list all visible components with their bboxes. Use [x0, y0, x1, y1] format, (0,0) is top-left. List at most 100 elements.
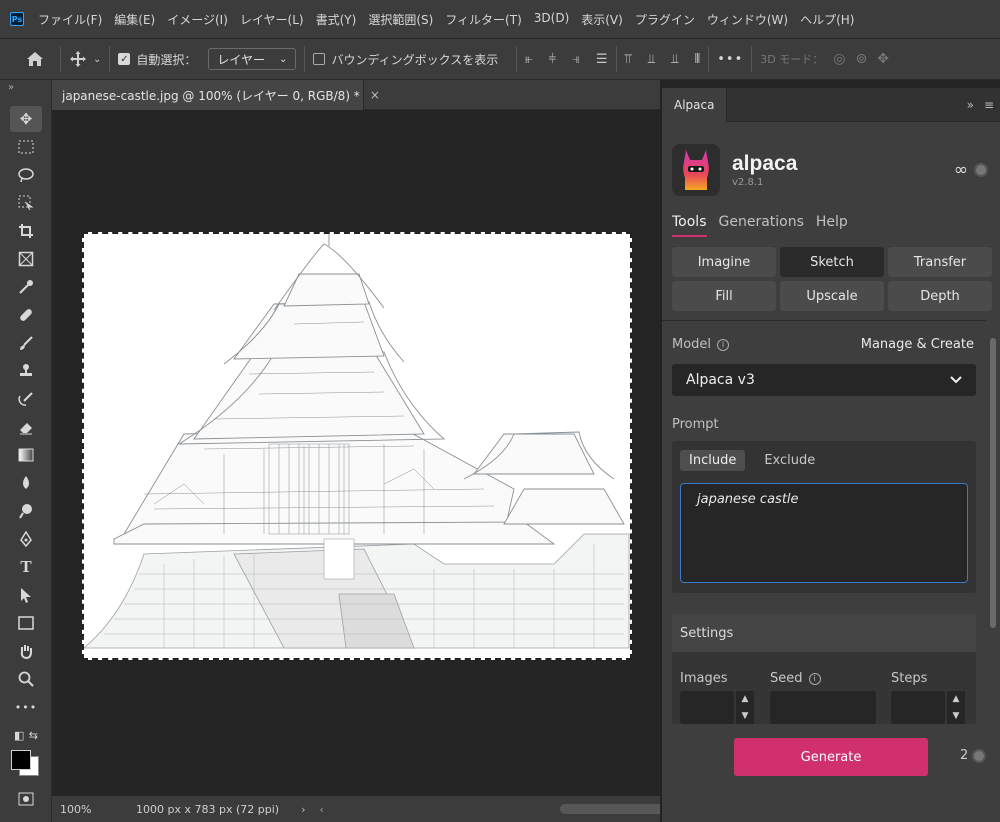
- history-brush-tool-icon[interactable]: [10, 386, 42, 412]
- menu-item-8[interactable]: 表示(V): [581, 11, 623, 28]
- lasso-tool-icon[interactable]: [10, 162, 42, 188]
- collapse-panel-icon[interactable]: »: [967, 98, 974, 112]
- menu-item-3[interactable]: レイヤー(L): [240, 11, 304, 28]
- edit-toolbar-icon[interactable]: •••: [10, 694, 42, 720]
- alpaca-header: alpaca v2.8.1 ∞: [672, 142, 992, 198]
- chevron-down-icon[interactable]: ▼: [742, 711, 749, 721]
- marquee-tool-icon[interactable]: [10, 134, 42, 160]
- default-colors-icon[interactable]: ◧ ⇆: [10, 722, 42, 748]
- orbit-3d-icon[interactable]: ◎: [833, 51, 845, 67]
- auto-select-checkbox[interactable]: ✓: [118, 53, 131, 65]
- menu-item-2[interactable]: イメージ(I): [167, 11, 228, 28]
- menu-item-0[interactable]: ファイル(F): [38, 11, 102, 28]
- align-top-edges-icon[interactable]: ⫪: [625, 52, 632, 67]
- exclude-tab[interactable]: Exclude: [755, 450, 824, 471]
- hand-tool-icon[interactable]: [10, 638, 42, 664]
- manage-create-link[interactable]: Manage & Create: [861, 337, 974, 352]
- pan-3d-icon[interactable]: ✥: [877, 51, 889, 67]
- panel-scrollbar[interactable]: [988, 324, 998, 719]
- chevron-right-icon[interactable]: ›: [301, 803, 305, 816]
- steps-input[interactable]: [891, 691, 945, 724]
- bounding-box-checkbox[interactable]: [313, 53, 326, 65]
- imagine-button[interactable]: Imagine: [672, 247, 776, 277]
- depth-button[interactable]: Depth: [888, 281, 992, 311]
- chevron-down-icon[interactable]: ⌄: [93, 54, 101, 65]
- menu-item-5[interactable]: 選択範囲(S): [368, 11, 433, 28]
- tab-tools[interactable]: Tools: [672, 214, 707, 237]
- info-icon[interactable]: i: [717, 338, 730, 351]
- chevron-up-icon[interactable]: ▲: [742, 694, 749, 704]
- images-stepper[interactable]: ▲ ▼: [736, 691, 754, 724]
- panel-scroll-thumb[interactable]: [990, 338, 996, 628]
- document-canvas[interactable]: [82, 232, 632, 660]
- quick-mask-icon[interactable]: [10, 786, 42, 812]
- crop-tool-icon[interactable]: [10, 218, 42, 244]
- roll-3d-icon[interactable]: ⊚: [855, 51, 867, 67]
- type-tool-icon[interactable]: T: [10, 554, 42, 580]
- transfer-button[interactable]: Transfer: [888, 247, 992, 277]
- blur-tool-icon[interactable]: [10, 470, 42, 496]
- more-options-icon[interactable]: •••: [717, 52, 743, 67]
- separator: [60, 46, 61, 72]
- align-horizontal-centers-icon[interactable]: ⫩: [549, 52, 556, 67]
- alpaca-panel-tab[interactable]: Alpaca: [662, 87, 728, 122]
- distribute-vertical-icon[interactable]: ☰: [596, 52, 608, 67]
- tab-generations[interactable]: Generations: [719, 214, 804, 237]
- info-icon[interactable]: i: [808, 672, 821, 685]
- menu-item-9[interactable]: プラグイン: [635, 11, 695, 28]
- seed-input[interactable]: [770, 691, 876, 724]
- align-vertical-centers-icon[interactable]: ⫫: [648, 52, 655, 67]
- clone-stamp-tool-icon[interactable]: [10, 358, 42, 384]
- generate-button[interactable]: Generate: [734, 738, 928, 776]
- dodge-tool-icon[interactable]: [10, 498, 42, 524]
- zoom-level[interactable]: 100%: [60, 803, 130, 816]
- prompt-textarea[interactable]: japanese castle: [680, 483, 968, 583]
- document-tab[interactable]: japanese-castle.jpg @ 100% (レイヤー 0, RGB/…: [52, 80, 380, 110]
- chevron-up-icon[interactable]: ▲: [953, 694, 960, 704]
- settings-header[interactable]: Settings: [672, 614, 976, 652]
- zoom-tool-icon[interactable]: [10, 666, 42, 692]
- frame-tool-icon[interactable]: [10, 246, 42, 272]
- move-tool-icon[interactable]: ✥: [10, 106, 42, 132]
- close-tab-icon[interactable]: ×: [370, 88, 380, 102]
- eraser-tool-icon[interactable]: [10, 414, 42, 440]
- steps-stepper[interactable]: ▲ ▼: [947, 691, 965, 724]
- align-right-edges-icon[interactable]: ⫣: [572, 52, 580, 67]
- brush-tool-icon[interactable]: [10, 330, 42, 356]
- sketch-button[interactable]: Sketch: [780, 247, 884, 277]
- eyedropper-tool-icon[interactable]: [10, 274, 42, 300]
- include-tab[interactable]: Include: [680, 450, 746, 471]
- menu-item-11[interactable]: ヘルプ(H): [800, 11, 854, 28]
- object-selection-tool-icon[interactable]: [10, 190, 42, 216]
- fill-button[interactable]: Fill: [672, 281, 776, 311]
- color-swatches[interactable]: [10, 750, 42, 784]
- expand-panel-icon[interactable]: »: [0, 80, 51, 104]
- pen-tool-icon[interactable]: [10, 526, 42, 552]
- canvas-area[interactable]: [52, 110, 660, 796]
- separator: [708, 46, 710, 72]
- healing-brush-tool-icon[interactable]: [10, 302, 42, 328]
- panel-menu-icon[interactable]: ≡: [984, 98, 994, 112]
- align-left-edges-icon[interactable]: ⫦: [525, 52, 532, 67]
- align-bottom-edges-icon[interactable]: ⫫: [671, 52, 678, 67]
- menu-item-10[interactable]: ウィンドウ(W): [707, 11, 788, 28]
- menu-item-6[interactable]: フィルター(T): [445, 11, 521, 28]
- section-divider: [662, 320, 986, 321]
- home-icon[interactable]: [26, 51, 44, 67]
- menu-item-4[interactable]: 書式(Y): [316, 11, 357, 28]
- menu-item-7[interactable]: 3D(D): [534, 11, 569, 28]
- auto-select-target-dropdown[interactable]: レイヤー ⌄: [208, 48, 297, 70]
- menu-item-1[interactable]: 編集(E): [114, 11, 155, 28]
- images-input[interactable]: [680, 691, 734, 724]
- upscale-button[interactable]: Upscale: [780, 281, 884, 311]
- gradient-tool-icon[interactable]: [10, 442, 42, 468]
- model-dropdown[interactable]: Alpaca v3: [672, 364, 976, 396]
- path-selection-tool-icon[interactable]: [10, 582, 42, 608]
- chevron-down-icon[interactable]: ▼: [953, 711, 960, 721]
- move-tool-icon[interactable]: [69, 50, 87, 68]
- tab-help[interactable]: Help: [816, 214, 848, 237]
- foreground-color-swatch[interactable]: [11, 750, 31, 770]
- rectangle-tool-icon[interactable]: [10, 610, 42, 636]
- scroll-left-icon[interactable]: ‹: [319, 803, 323, 816]
- distribute-horizontal-icon[interactable]: ⦀: [695, 52, 701, 67]
